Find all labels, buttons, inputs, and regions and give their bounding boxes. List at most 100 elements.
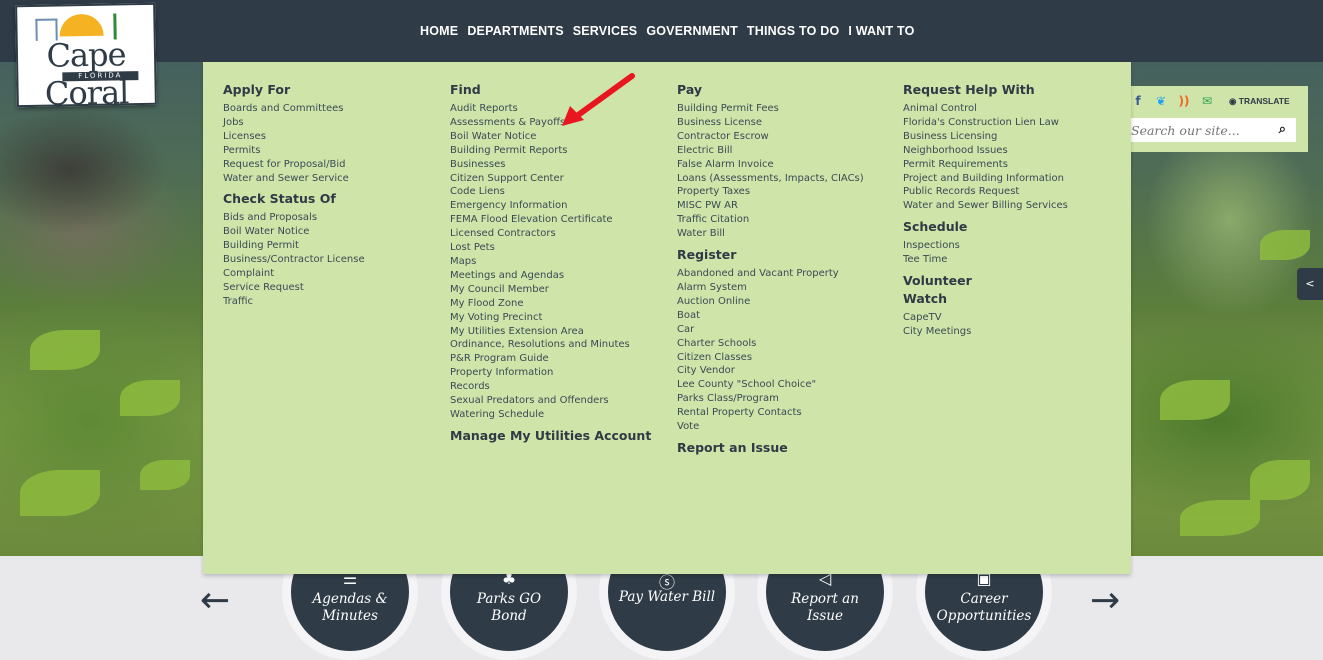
menu-link[interactable]: Vote [677, 420, 864, 434]
menu-link[interactable]: Rental Property Contacts [677, 406, 864, 420]
report-issue-link[interactable]: Report an Issue [677, 440, 864, 456]
menu-link[interactable]: Business Licensing [903, 130, 1068, 144]
menu-link[interactable]: Charter Schools [677, 337, 864, 351]
menu-link[interactable]: Parks Class/Program [677, 392, 864, 406]
menu-link[interactable]: Permits [223, 144, 365, 158]
volunteer-link[interactable]: Volunteer [903, 273, 1068, 289]
menu-link[interactable]: City Meetings [903, 325, 1068, 339]
nav-things-to-do[interactable]: THINGS TO DO [747, 24, 839, 38]
menu-link[interactable]: Animal Control [903, 102, 1068, 116]
menu-link[interactable]: Citizen Classes [677, 351, 864, 365]
social-icons: f ❦ )) ✉ ◉ TRANSLATE [1131, 94, 1290, 108]
menu-link[interactable]: Meetings and Agendas [450, 269, 651, 283]
apply-for-heading: Apply For [223, 82, 291, 97]
manage-utilities-link[interactable]: Manage My Utilities Account [450, 428, 651, 444]
menu-link[interactable]: My Voting Precinct [450, 311, 651, 325]
menu-link[interactable]: Sexual Predators and Offenders [450, 394, 651, 408]
menu-link[interactable]: Licensed Contractors [450, 227, 651, 241]
search-input[interactable] [1131, 118, 1266, 142]
translate-button[interactable]: ◉ TRANSLATE [1229, 96, 1290, 107]
menu-link[interactable]: Alarm System [677, 281, 864, 295]
nav-departments[interactable]: DEPARTMENTS [467, 24, 563, 38]
menu-link[interactable]: Business License [677, 116, 864, 130]
menu-link[interactable]: Florida's Construction Lien Law [903, 116, 1068, 130]
menu-link[interactable]: Building Permit Fees [677, 102, 864, 116]
menu-link[interactable]: Boil Water Notice [223, 225, 365, 239]
share-tab-icon[interactable]: < [1297, 268, 1323, 300]
menu-link[interactable]: CapeTV [903, 311, 1068, 325]
menu-link[interactable]: Bids and Proposals [223, 211, 365, 225]
facebook-icon[interactable]: f [1131, 94, 1145, 108]
carousel-next-arrow-icon[interactable]: → [1090, 580, 1120, 621]
menu-link[interactable]: FEMA Flood Elevation Certificate [450, 213, 651, 227]
menu-link[interactable]: Boards and Committees [223, 102, 365, 116]
register-heading: Register [677, 247, 737, 263]
menu-link[interactable]: Car [677, 323, 864, 337]
menu-link[interactable]: Lee County "School Choice" [677, 378, 864, 392]
menu-link[interactable]: Ordinance, Resolutions and Minutes [450, 338, 651, 352]
menu-link[interactable]: My Utilities Extension Area [450, 325, 651, 339]
menu-link[interactable]: Citizen Support Center [450, 172, 651, 186]
menu-link[interactable]: Abandoned and Vacant Property [677, 267, 864, 281]
city-logo[interactable]: Cape Coral FLORIDA [15, 2, 157, 113]
nav-i-want-to[interactable]: I WANT TO [848, 24, 914, 38]
menu-link[interactable]: Complaint [223, 267, 365, 281]
menu-link[interactable]: Tee Time [903, 253, 1068, 267]
menu-link[interactable]: Water and Sewer Service [223, 172, 365, 186]
menu-link[interactable]: Watering Schedule [450, 408, 651, 422]
nav-government[interactable]: GOVERNMENT [646, 24, 738, 38]
carousel-prev-arrow-icon[interactable]: ← [200, 580, 230, 621]
social-and-search-panel: f ❦ )) ✉ ◉ TRANSLATE ⌕ [1131, 86, 1308, 152]
menu-link[interactable]: Business/Contractor License [223, 253, 365, 267]
menu-link[interactable]: My Council Member [450, 283, 651, 297]
menu-link[interactable]: City Vendor [677, 364, 864, 378]
menu-link[interactable]: Maps [450, 255, 651, 269]
sun-icon [59, 13, 104, 37]
menu-link[interactable]: Project and Building Information [903, 172, 1068, 186]
menu-link[interactable]: Request for Proposal/Bid [223, 158, 365, 172]
menu-link[interactable]: Boil Water Notice [450, 130, 651, 144]
menu-link[interactable]: Permit Requirements [903, 158, 1068, 172]
menu-link[interactable]: My Flood Zone [450, 297, 651, 311]
search-icon[interactable]: ⌕ [1279, 122, 1286, 137]
nav-services[interactable]: SERVICES [573, 24, 638, 38]
menu-link[interactable]: Traffic Citation [677, 213, 864, 227]
menu-link[interactable]: False Alarm Invoice [677, 158, 864, 172]
check-status-list: Bids and Proposals Boil Water Notice Build… [223, 211, 365, 308]
request-help-list: Animal Control Florida's Construction Lie… [903, 102, 1068, 213]
rss-icon[interactable]: )) [1177, 94, 1191, 108]
watch-heading: Watch [903, 291, 948, 307]
menu-link[interactable]: Traffic [223, 295, 365, 309]
menu-link[interactable]: Licenses [223, 130, 365, 144]
menu-link[interactable]: Records [450, 380, 651, 394]
twitter-icon[interactable]: ❦ [1154, 94, 1168, 108]
menu-link[interactable]: Water and Sewer Billing Services [903, 199, 1068, 213]
menu-link[interactable]: Property Information [450, 366, 651, 380]
menu-link[interactable]: Building Permit Reports [450, 144, 651, 158]
menu-link[interactable]: Service Request [223, 281, 365, 295]
menu-link[interactable]: Electric Bill [677, 144, 864, 158]
globe-icon: ◉ [1229, 95, 1239, 106]
menu-link[interactable]: P&R Program Guide [450, 352, 651, 366]
menu-column-4: Request Help With Animal Control Florida'… [903, 82, 1068, 339]
nav-home[interactable]: HOME [420, 24, 458, 38]
menu-link[interactable]: Auction Online [677, 295, 864, 309]
menu-link[interactable]: Lost Pets [450, 241, 651, 255]
menu-link[interactable]: Inspections [903, 239, 1068, 253]
email-icon[interactable]: ✉ [1200, 94, 1214, 108]
menu-link[interactable]: Building Permit [223, 239, 365, 253]
menu-link[interactable]: Jobs [223, 116, 365, 130]
menu-link[interactable]: MISC PW AR [677, 199, 864, 213]
menu-link[interactable]: Businesses [450, 158, 651, 172]
request-help-heading: Request Help With [903, 82, 1035, 97]
menu-link[interactable]: Water Bill [677, 227, 864, 241]
menu-column-2: Find Audit Reports Assessments & Payoffs B… [450, 82, 651, 444]
menu-link[interactable]: Contractor Escrow [677, 130, 864, 144]
menu-link[interactable]: Neighborhood Issues [903, 144, 1068, 158]
menu-link[interactable]: Loans (Assessments, Impacts, CIACs) [677, 172, 864, 186]
menu-link[interactable]: Emergency Information [450, 199, 651, 213]
menu-link[interactable]: Code Liens [450, 185, 651, 199]
menu-link[interactable]: Property Taxes [677, 185, 864, 199]
menu-link[interactable]: Boat [677, 309, 864, 323]
menu-link[interactable]: Public Records Request [903, 185, 1068, 199]
